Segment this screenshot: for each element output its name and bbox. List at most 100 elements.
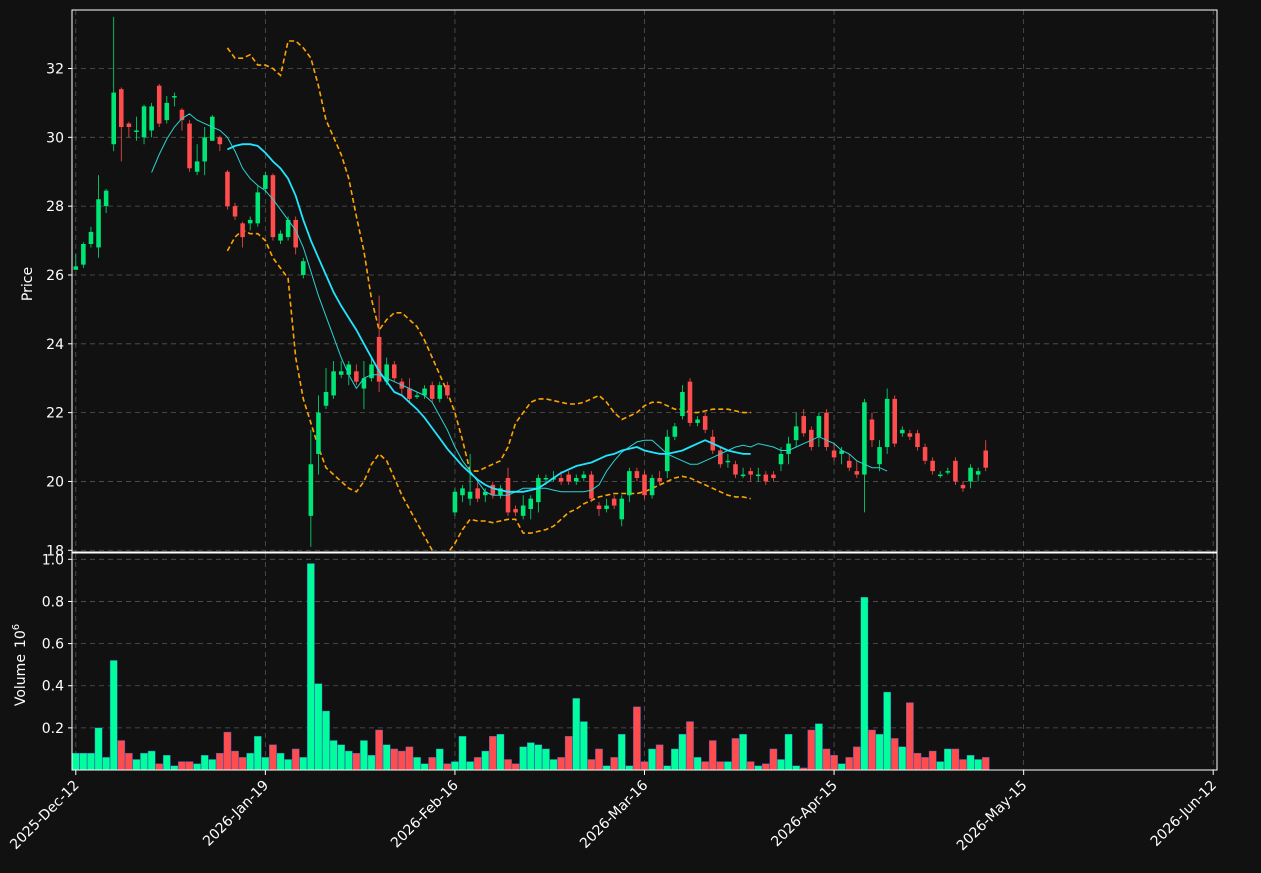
volume-bar [413, 757, 421, 770]
volume-bar [610, 757, 618, 770]
price-tick-label: 20 [46, 474, 64, 490]
volume-bar [822, 748, 831, 770]
volume-bar [398, 750, 406, 770]
candle-body [581, 474, 587, 479]
candle-body [202, 137, 207, 162]
candle-body [657, 478, 662, 482]
volume-bar [352, 752, 361, 770]
candle-body [194, 161, 200, 172]
volume-bar [72, 752, 80, 770]
candle-body [232, 206, 238, 217]
volume-bar [898, 746, 907, 770]
candle-body [445, 385, 450, 396]
volume-bar [109, 660, 118, 770]
candle-body [619, 498, 625, 520]
volume-axis-exponent-power: 6 [11, 624, 22, 630]
candle-body [96, 199, 101, 248]
candle-body [649, 478, 655, 496]
volume-bar [974, 759, 982, 770]
volume-bar [193, 763, 201, 770]
volume-bar [420, 763, 429, 770]
candle-body [460, 488, 465, 496]
volume-bar [557, 757, 565, 770]
volume-bar [708, 740, 717, 770]
volume-bar [564, 736, 573, 770]
candle-body [126, 123, 132, 128]
candle-body [414, 395, 420, 397]
candle-body [490, 484, 496, 496]
chart-canvas: 1820222426283032 0.20.40.60.81.0 2025-De… [0, 0, 1261, 873]
volume-bar [162, 755, 171, 770]
candle-body [217, 137, 223, 145]
candle-body [900, 429, 905, 434]
volume-bar [473, 757, 482, 770]
volume-bar [87, 752, 95, 770]
volume-bar [299, 757, 308, 770]
candle-body [331, 371, 336, 396]
volume-bar [906, 702, 914, 770]
volume-bar [269, 744, 277, 770]
volume-bar [94, 727, 103, 770]
volume-bar [655, 744, 664, 770]
candle-body [323, 391, 329, 406]
candle-body [854, 471, 860, 475]
volume-axis-exponent-base: 10 [13, 630, 29, 648]
candle-body [877, 447, 882, 465]
volume-bar [981, 757, 990, 770]
candle-body [702, 416, 708, 430]
candle-body [740, 474, 746, 477]
candle-body [543, 478, 549, 480]
volume-bar [276, 752, 285, 770]
volume-bar [231, 750, 239, 770]
candle-body [778, 453, 784, 465]
price-tick-label: 26 [46, 268, 64, 284]
volume-bar [405, 746, 414, 770]
candle-body [278, 233, 283, 241]
volume-bar [875, 733, 884, 770]
volume-bar [526, 742, 535, 770]
candle-body [733, 464, 738, 475]
volume-bar [746, 761, 755, 770]
candle-body [467, 491, 473, 499]
candle-body [369, 364, 374, 379]
candle-body [748, 471, 753, 475]
volume-bar [572, 698, 581, 770]
price-tick-label: 32 [46, 62, 64, 78]
volume-tick-label: 1.0 [42, 552, 64, 568]
candle-body [247, 219, 253, 224]
volume-bar [625, 765, 634, 770]
volume-bar [724, 761, 732, 770]
volume-bar [147, 750, 156, 770]
volume-bar [883, 691, 891, 770]
volume-bar [837, 763, 846, 770]
candle-body [338, 371, 344, 375]
price-tick-label: 24 [46, 337, 64, 353]
candle-body [187, 123, 192, 169]
volume-bar [382, 744, 391, 770]
candle-body [983, 450, 988, 468]
volume-bar [944, 748, 952, 770]
volume-bar [140, 752, 148, 770]
candle-body [141, 106, 147, 138]
candle-body [907, 433, 913, 437]
volume-bar [860, 597, 869, 770]
volume-bar [617, 733, 626, 770]
candle-body [627, 471, 632, 496]
price-tick-label: 30 [46, 130, 64, 146]
volume-bar [481, 750, 490, 770]
volume-bar [739, 733, 747, 770]
candle-body [960, 484, 966, 489]
volume-bar [117, 740, 126, 770]
candle-body [953, 460, 958, 482]
volume-axis-label-text: Volume [13, 654, 29, 706]
volume-bar [79, 752, 88, 770]
candle-body [793, 426, 799, 441]
volume-bar [489, 736, 497, 770]
candle-body [672, 426, 678, 437]
volume-bar [435, 748, 444, 770]
volume-bar [223, 731, 232, 770]
price-axis-label: Price [20, 267, 36, 301]
volume-bar [170, 765, 179, 770]
candle-body [452, 491, 458, 513]
volume-bar [307, 563, 315, 770]
